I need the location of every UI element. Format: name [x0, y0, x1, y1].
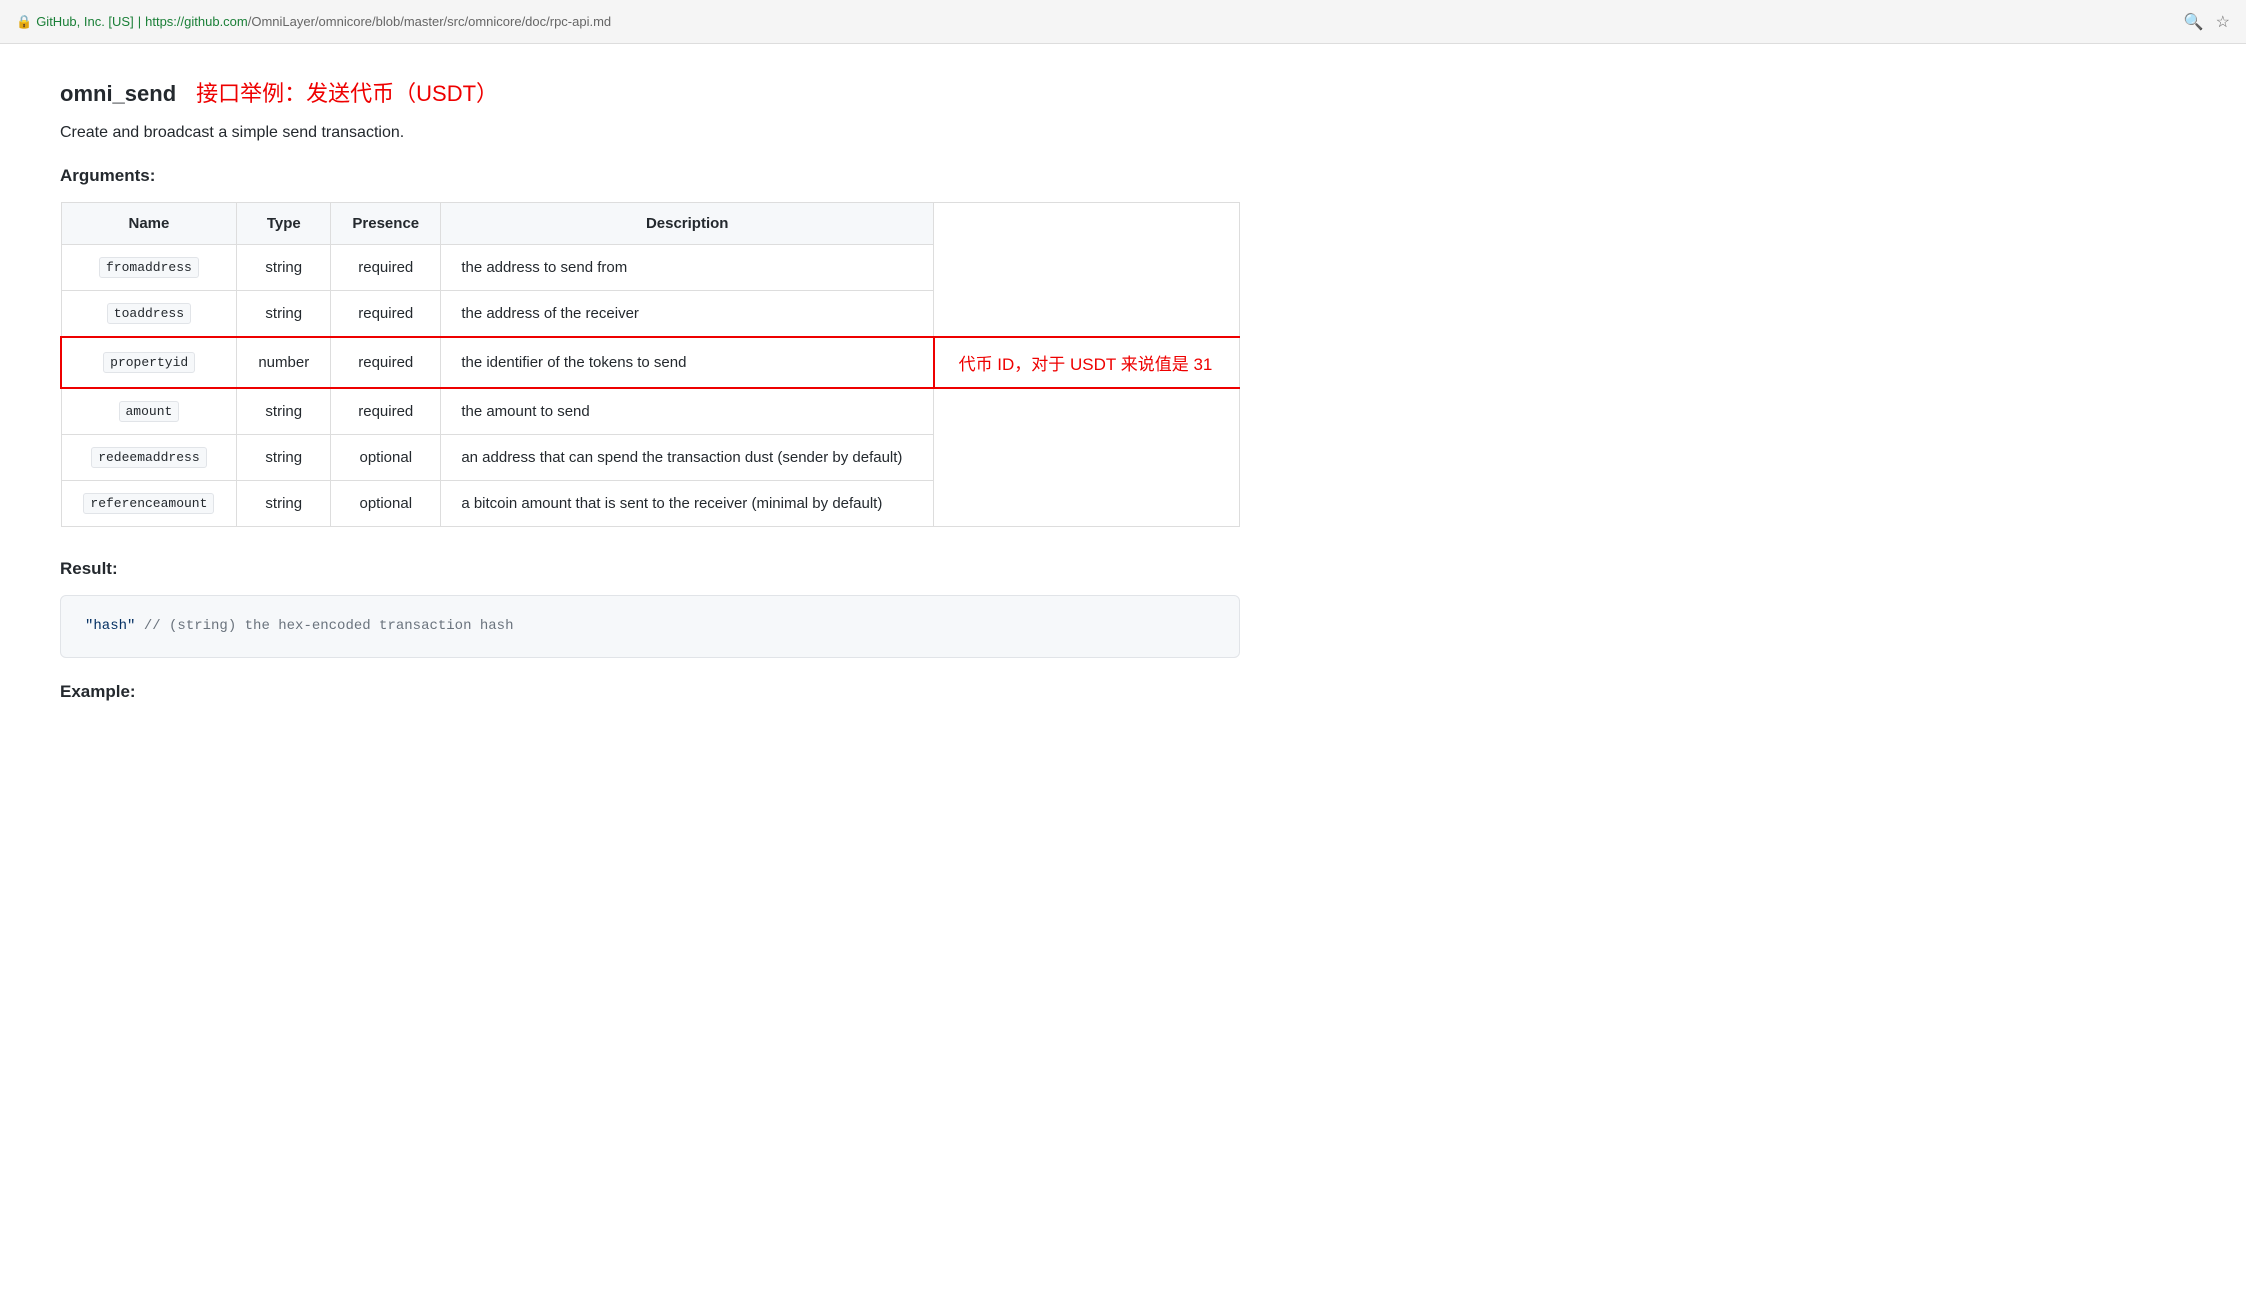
cell-type: number — [237, 337, 331, 388]
separator: | — [138, 14, 141, 29]
cell-description: the identifier of the tokens to send — [441, 337, 934, 388]
result-section: Result: "hash" // (string) the hex-encod… — [60, 559, 1240, 658]
table-header-row: Name Type Presence Description — [61, 203, 1240, 245]
param-name: redeemaddress — [91, 447, 206, 468]
arguments-heading: Arguments: — [60, 166, 1240, 186]
cell-name: referenceamount — [61, 481, 237, 527]
param-name: referenceamount — [83, 493, 214, 514]
result-code-string: "hash" — [85, 618, 135, 634]
table-row: toaddress string required the address of… — [61, 291, 1240, 338]
cell-type: string — [237, 388, 331, 435]
security-label: GitHub, Inc. [US] — [36, 14, 134, 29]
param-name: toaddress — [107, 303, 191, 324]
result-code-block: "hash" // (string) the hex-encoded trans… — [60, 595, 1240, 658]
security-badge: 🔒 GitHub, Inc. [US] | https://github.com… — [16, 14, 611, 30]
cell-name: toaddress — [61, 291, 237, 338]
param-name: fromaddress — [99, 257, 199, 278]
table-row: referenceamount string optional a bitcoi… — [61, 481, 1240, 527]
cell-presence: required — [331, 291, 441, 338]
example-heading: Example: — [60, 682, 1240, 702]
cell-description: the address of the receiver — [441, 291, 934, 338]
api-title: omni_send — [60, 81, 176, 107]
cell-presence: required — [331, 388, 441, 435]
url-full: https://github.com/OmniLayer/omnicore/bl… — [145, 14, 611, 29]
cell-description: the amount to send — [441, 388, 934, 435]
cell-type: string — [237, 435, 331, 481]
cell-name: amount — [61, 388, 237, 435]
lock-icon: 🔒 — [16, 14, 32, 30]
result-heading: Result: — [60, 559, 1240, 579]
col-header-name: Name — [61, 203, 237, 245]
example-section: Example: — [60, 682, 1240, 702]
cell-type: string — [237, 481, 331, 527]
param-name: propertyid — [103, 352, 195, 373]
param-name: amount — [119, 401, 180, 422]
cell-name: redeemaddress — [61, 435, 237, 481]
table-row-highlighted: propertyid number required the identifie… — [61, 337, 1240, 388]
cell-description: an address that can spend the transactio… — [441, 435, 934, 481]
cell-presence: optional — [331, 481, 441, 527]
cell-description: the address to send from — [441, 245, 934, 291]
search-icon[interactable]: 🔍 — [2184, 12, 2204, 32]
arguments-table: Name Type Presence Description fromaddre… — [60, 202, 1240, 527]
cell-name: fromaddress — [61, 245, 237, 291]
table-row: fromaddress string required the address … — [61, 245, 1240, 291]
cell-presence: required — [331, 337, 441, 388]
cell-description: a bitcoin amount that is sent to the rec… — [441, 481, 934, 527]
result-code-comment: // (string) the hex-encoded transaction … — [135, 618, 513, 634]
col-header-description: Description — [441, 203, 934, 245]
bookmark-icon[interactable]: ☆ — [2216, 12, 2230, 32]
url-domain: https://github.com — [145, 14, 248, 29]
col-header-presence: Presence — [331, 203, 441, 245]
cell-presence: optional — [331, 435, 441, 481]
url-path: /OmniLayer/omnicore/blob/master/src/omni… — [248, 14, 611, 29]
col-header-type: Type — [237, 203, 331, 245]
api-description: Create and broadcast a simple send trans… — [60, 124, 1240, 142]
browser-chrome: 🔒 GitHub, Inc. [US] | https://github.com… — [0, 0, 2246, 44]
table-row: amount string required the amount to sen… — [61, 388, 1240, 435]
browser-actions: 🔍 ☆ — [2184, 12, 2230, 32]
row-annotation: 代币 ID，对于 USDT 来说值是 31 — [934, 337, 1240, 388]
title-annotation: 接口举例：发送代币（USDT） — [196, 76, 498, 108]
cell-type: string — [237, 245, 331, 291]
page-content: omni_send 接口举例：发送代币（USDT） Create and bro… — [0, 44, 1300, 750]
title-section: omni_send 接口举例：发送代币（USDT） — [60, 76, 1240, 108]
cell-name: propertyid — [61, 337, 237, 388]
table-row: redeemaddress string optional an address… — [61, 435, 1240, 481]
cell-presence: required — [331, 245, 441, 291]
cell-type: string — [237, 291, 331, 338]
